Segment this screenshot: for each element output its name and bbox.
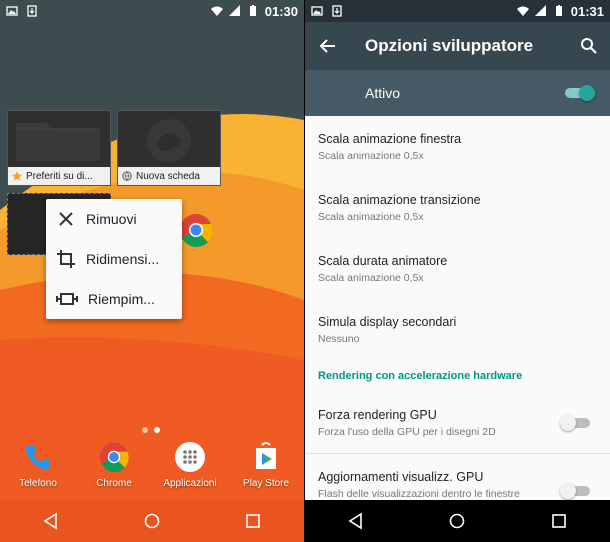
close-icon xyxy=(59,212,73,226)
status-bar: 01:31 xyxy=(305,0,610,22)
widget-preview xyxy=(8,111,110,167)
menu-item-label: Ridimensi... xyxy=(86,251,160,267)
dock-app-label: Play Store xyxy=(242,478,290,489)
home-nav-icon[interactable] xyxy=(448,512,466,530)
dock-app-label: Chrome xyxy=(96,478,132,489)
settings-list: Scala animazione finestra Scala animazio… xyxy=(305,116,610,515)
dock-app-chrome[interactable]: Chrome xyxy=(76,440,152,489)
image-notification-icon xyxy=(6,6,18,16)
status-bar: 01:30 xyxy=(0,0,304,22)
download-notification-icon xyxy=(27,5,37,17)
recents-nav-icon[interactable] xyxy=(244,512,262,530)
back-nav-icon[interactable] xyxy=(347,512,365,530)
phone-icon xyxy=(25,445,50,470)
master-switch-bar[interactable]: Attivo xyxy=(305,70,610,116)
setting-animator-duration-scale[interactable]: Scala durata animatore Scala animazione … xyxy=(305,238,610,299)
gpu-view-updates-toggle[interactable] xyxy=(560,483,590,499)
chrome-shortcut[interactable] xyxy=(178,212,214,253)
menu-item-resize[interactable]: Ridimensi... xyxy=(46,239,182,279)
fill-icon xyxy=(56,293,78,305)
battery-icon xyxy=(249,5,256,16)
home-nav-icon[interactable] xyxy=(143,512,161,530)
menu-item-label: Rimuovi xyxy=(86,211,137,227)
dock-app-label: Applicazioni xyxy=(163,478,217,489)
setting-summary: Scala animazione 0,5x xyxy=(318,210,424,223)
chrome-icon xyxy=(99,442,129,473)
status-clock: 01:30 xyxy=(264,3,298,19)
page-dot-active xyxy=(154,427,160,433)
dock-app-play-store[interactable]: Play Store xyxy=(228,440,304,489)
back-nav-icon[interactable] xyxy=(42,512,60,530)
search-button[interactable] xyxy=(568,37,610,55)
home-screen: 01:30 Preferiti su di... Nuova scheda Ri… xyxy=(0,0,304,542)
globe-icon xyxy=(122,171,132,181)
widget-context-menu: Rimuovi Ridimensi... Riempim... xyxy=(46,199,182,319)
app-bar: Opzioni sviluppatore xyxy=(305,22,610,70)
image-notification-icon xyxy=(311,6,323,16)
navigation-bar xyxy=(305,500,610,542)
battery-icon xyxy=(555,5,562,16)
setting-summary: Scala animazione 0,5x xyxy=(318,149,424,162)
bookmark-widget[interactable]: Preferiti su di... xyxy=(7,110,111,186)
signal-icon xyxy=(228,5,240,16)
crop-icon xyxy=(57,250,75,268)
navigation-bar xyxy=(0,500,304,542)
arrow-back-icon xyxy=(319,39,335,53)
download-notification-icon xyxy=(332,5,342,17)
back-button[interactable] xyxy=(305,37,351,55)
developer-options-screen: 01:31 Opzioni sviluppatore Attivo Scala … xyxy=(305,0,610,542)
setting-transition-animation-scale[interactable]: Scala animazione transizione Scala anima… xyxy=(305,177,610,238)
widget-preview xyxy=(118,111,220,167)
menu-item-fill[interactable]: Riempim... xyxy=(46,279,182,319)
status-clock: 01:31 xyxy=(570,3,604,19)
setting-title: Scala durata animatore xyxy=(318,253,448,268)
setting-window-animation-scale[interactable]: Scala animazione finestra Scala animazio… xyxy=(305,116,610,177)
widget-label: Nuova scheda xyxy=(136,170,200,182)
play-store-icon xyxy=(256,442,276,469)
wifi-icon xyxy=(516,6,529,16)
dock-app-phone[interactable]: Telefono xyxy=(0,440,76,489)
setting-simulate-secondary-displays[interactable]: Simula display secondari Nessuno xyxy=(305,299,610,360)
star-icon xyxy=(12,171,22,181)
menu-item-remove[interactable]: Rimuovi xyxy=(46,199,182,239)
chrome-icon xyxy=(180,214,213,247)
page-indicator xyxy=(142,427,160,433)
page-dot xyxy=(142,427,148,433)
widget-label: Preferiti su di... xyxy=(26,170,93,182)
app-drawer-icon xyxy=(175,442,205,472)
page-title: Opzioni sviluppatore xyxy=(365,36,534,55)
setting-title: Simula display secondari xyxy=(318,314,457,329)
setting-title: Scala animazione transizione xyxy=(318,192,481,207)
wifi-icon xyxy=(210,6,223,16)
section-header: Rendering con accelerazione hardware xyxy=(318,370,523,382)
master-toggle[interactable] xyxy=(565,85,595,101)
setting-title: Scala animazione finestra xyxy=(318,131,462,146)
search-icon xyxy=(581,38,597,54)
dock: Telefono Chrome Applicazioni Play Store xyxy=(0,440,304,489)
setting-force-gpu-rendering[interactable]: Forza rendering GPU Forza l'uso della GP… xyxy=(305,392,610,453)
recents-nav-icon[interactable] xyxy=(550,512,568,530)
signal-icon xyxy=(534,5,546,16)
setting-summary: Scala animazione 0,5x xyxy=(318,271,424,284)
setting-summary: Nessuno xyxy=(318,332,360,345)
dock-app-drawer[interactable]: Applicazioni xyxy=(152,440,228,489)
menu-item-label: Riempim... xyxy=(88,291,155,307)
master-switch-label: Attivo xyxy=(365,85,401,101)
setting-title: Aggiornamenti visualizz. GPU xyxy=(318,469,484,484)
new-tab-widget[interactable]: Nuova scheda xyxy=(117,110,221,186)
dock-app-label: Telefono xyxy=(19,478,57,489)
force-gpu-toggle[interactable] xyxy=(560,415,590,431)
